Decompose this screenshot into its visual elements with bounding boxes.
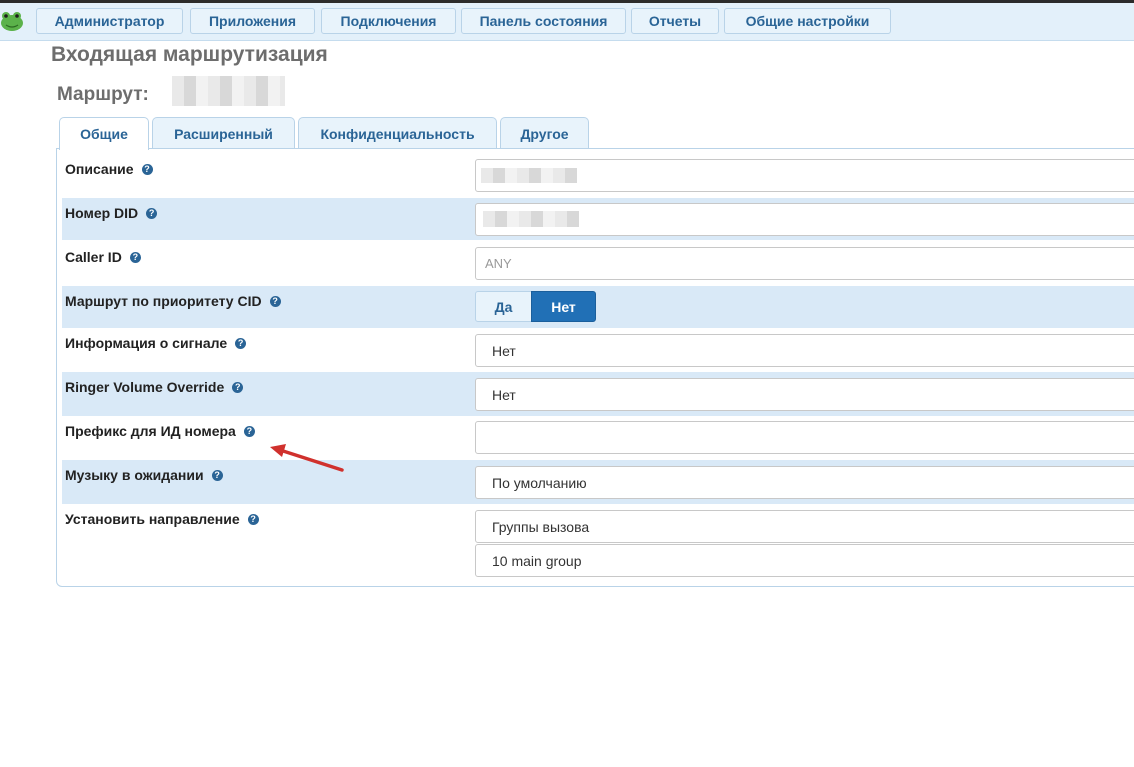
nav-connectivity-button[interactable]: Подключения (321, 8, 456, 34)
route-name-redacted (172, 76, 285, 106)
page-title: Входящая маршрутизация (51, 43, 328, 66)
help-icon[interactable]: ? (146, 207, 158, 219)
nav-reports-button[interactable]: Отчеты (631, 8, 719, 34)
cid-prefix-label: Префикс для ИД номера ? (65, 423, 255, 439)
frog-logo-icon[interactable] (0, 10, 24, 32)
destination-target-value: 10 main group (492, 552, 582, 569)
cid-priority-yes-toggle[interactable]: Да (475, 291, 532, 322)
destination-target-select[interactable]: 10 main group (475, 544, 1134, 577)
ringer-volume-label: Ringer Volume Override ? (65, 379, 244, 395)
tab-privacy[interactable]: Конфиденциальность (298, 117, 497, 149)
destination-type-select[interactable]: Группы вызова (475, 510, 1134, 543)
description-label: Описание ? (65, 161, 153, 177)
ringer-volume-label-text: Ringer Volume Override (65, 379, 225, 395)
help-icon[interactable]: ? (247, 513, 259, 525)
alert-info-value: Нет (492, 342, 516, 359)
nav-dashboard-button[interactable]: Панель состояния (461, 8, 626, 34)
alert-info-label: Информация о сигнале ? (65, 335, 247, 351)
tab-advanced[interactable]: Расширенный (152, 117, 295, 149)
moh-value: По умолчанию (492, 474, 587, 491)
help-icon[interactable]: ? (129, 251, 141, 263)
destination-type-value: Группы вызова (492, 518, 590, 535)
annotation-arrow-icon (270, 444, 344, 472)
description-input[interactable] (475, 159, 1134, 192)
caller-id-label-text: Caller ID (65, 249, 122, 265)
description-label-text: Описание (65, 161, 134, 177)
moh-label: Музыку в ожидании ? (65, 467, 223, 483)
cid-priority-no-toggle[interactable]: Нет (531, 291, 596, 322)
route-label: Маршрут: (57, 84, 149, 105)
cid-prefix-label-text: Префикс для ИД номера (65, 423, 236, 439)
help-icon[interactable]: ? (211, 469, 223, 481)
tab-general[interactable]: Общие (59, 117, 149, 150)
caller-id-label: Caller ID ? (65, 249, 141, 265)
nav-settings-button[interactable]: Общие настройки (724, 8, 891, 34)
caller-id-placeholder: ANY (485, 256, 512, 271)
top-navbar: Администратор Приложения Подключения Пан… (0, 0, 1134, 41)
description-value-redacted (481, 168, 577, 183)
help-icon[interactable]: ? (232, 381, 244, 393)
destination-label-text: Установить направление (65, 511, 240, 527)
did-value-redacted (483, 211, 579, 227)
nav-applications-button[interactable]: Приложения (190, 8, 315, 34)
window-top-edge (0, 0, 1134, 3)
help-icon[interactable]: ? (235, 337, 247, 349)
alert-info-select[interactable]: Нет (475, 334, 1134, 367)
tab-other[interactable]: Другое (500, 117, 589, 149)
ringer-volume-select[interactable]: Нет (475, 378, 1134, 411)
did-input[interactable] (475, 203, 1134, 236)
did-label-text: Номер DID (65, 205, 139, 221)
cid-priority-label: Маршрут по приоритету CID ? (65, 293, 281, 309)
nav-admin-button[interactable]: Администратор (36, 8, 183, 34)
help-icon[interactable]: ? (141, 163, 153, 175)
cid-prefix-input[interactable] (475, 421, 1134, 454)
alert-info-label-text: Информация о сигнале (65, 335, 228, 351)
ringer-volume-value: Нет (492, 386, 516, 403)
help-icon[interactable]: ? (269, 295, 281, 307)
moh-select[interactable]: По умолчанию (475, 466, 1134, 499)
did-label: Номер DID ? (65, 205, 158, 221)
caller-id-input[interactable]: ANY (475, 247, 1134, 280)
moh-label-text: Музыку в ожидании (65, 467, 204, 483)
cid-priority-label-text: Маршрут по приоритету CID (65, 293, 262, 309)
destination-label: Установить направление ? (65, 511, 259, 527)
help-icon[interactable]: ? (243, 425, 255, 437)
